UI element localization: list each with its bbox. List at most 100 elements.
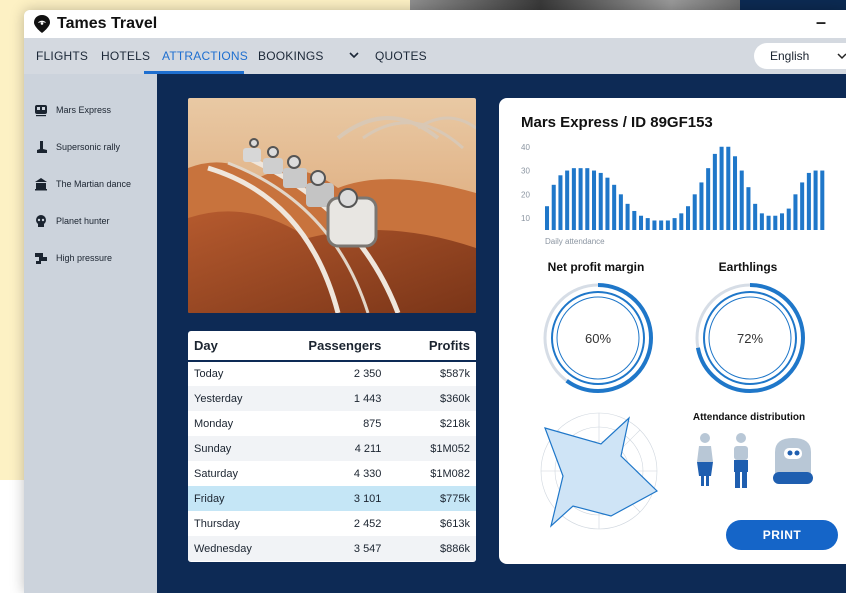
gauge-value-net-profit: 60% bbox=[584, 331, 612, 346]
language-select[interactable]: English bbox=[754, 43, 846, 69]
attendance-bar bbox=[726, 146, 731, 230]
table-row[interactable]: Wednesday 3 547 $886k bbox=[188, 536, 476, 561]
attendance-bar bbox=[659, 220, 664, 230]
attendance-bar bbox=[558, 175, 563, 230]
attendance-distribution bbox=[697, 433, 813, 488]
tab-bookings[interactable]: BOOKINGS bbox=[258, 49, 324, 63]
cell-day: Today bbox=[194, 368, 224, 380]
tab-attractions[interactable]: ATTRACTIONS bbox=[162, 49, 248, 63]
minimize-button[interactable]: – bbox=[816, 12, 826, 33]
app-window: Tames Travel – FLIGHTS HOTELS ATTRACTION… bbox=[24, 10, 846, 593]
cell-passengers: 4 330 bbox=[353, 467, 382, 480]
title-bar: Tames Travel – bbox=[24, 10, 846, 38]
sidebar-item-high-pressure[interactable]: High pressure bbox=[34, 249, 152, 267]
sidebar-item-label: Planet hunter bbox=[56, 216, 110, 226]
attendance-bar bbox=[672, 218, 677, 230]
attendance-bar bbox=[585, 168, 590, 230]
chevron-down-icon[interactable] bbox=[347, 48, 361, 62]
cell-profits: $886k bbox=[409, 536, 476, 561]
attendance-bar bbox=[598, 172, 603, 230]
table-row[interactable]: Saturday 4 330 $1M082 bbox=[188, 461, 476, 486]
cell-passengers: 4 211 bbox=[275, 436, 410, 461]
app-title: Tames Travel bbox=[57, 15, 158, 32]
sidebar-item-supersonic-rally[interactable]: Supersonic rally bbox=[34, 138, 152, 156]
column-header-passengers[interactable]: Passengers bbox=[275, 331, 410, 362]
cell-day: Friday bbox=[188, 486, 276, 511]
cell-profits: $587k bbox=[440, 368, 470, 380]
radar-chart bbox=[540, 412, 659, 530]
gauge-title-earthlings: Earthlings bbox=[718, 260, 778, 274]
table-row[interactable]: Yesterday 1 443 $360k bbox=[188, 386, 476, 411]
sidebar-item-label: High pressure bbox=[56, 253, 113, 263]
gauges bbox=[543, 283, 805, 393]
cell-profits: $613k bbox=[440, 517, 470, 530]
cell-passengers: 2 350 bbox=[353, 368, 382, 380]
attendance-bar bbox=[806, 172, 811, 230]
attendance-bar bbox=[759, 213, 764, 230]
attendance-bar bbox=[692, 194, 697, 230]
attendance-bar bbox=[605, 177, 610, 230]
attendance-bar bbox=[551, 184, 556, 230]
sidebar-item-the-martian-dance[interactable]: The Martian dance bbox=[34, 175, 152, 193]
attendance-bar bbox=[773, 215, 778, 230]
attendance-bar bbox=[793, 194, 798, 230]
sidebar-item-label: The Martian dance bbox=[56, 179, 132, 189]
sidebar-item-mars-express[interactable]: Mars Express bbox=[34, 101, 152, 119]
tab-flights[interactable]: FLIGHTS bbox=[36, 49, 88, 63]
man-icon bbox=[734, 433, 748, 488]
attendance-bar bbox=[565, 170, 570, 230]
attendance-bar bbox=[800, 182, 805, 230]
tab-hotels[interactable]: HOTELS bbox=[101, 49, 150, 63]
table-row[interactable]: Monday 875 $218k bbox=[188, 411, 476, 436]
attendance-bar bbox=[739, 170, 744, 230]
theater-icon bbox=[35, 178, 47, 191]
attendance-bar bbox=[578, 168, 583, 230]
sidebar: Mars Express Supersonic rally The Martia… bbox=[24, 74, 157, 593]
attendance-bar bbox=[766, 215, 771, 230]
gauge-value-earthlings: 72% bbox=[736, 331, 764, 346]
x-axis-label: Daily attendance bbox=[545, 237, 605, 246]
pipes-icon bbox=[35, 253, 47, 264]
attendance-bar bbox=[786, 208, 791, 230]
attendance-bar bbox=[719, 146, 724, 230]
attendance-bar bbox=[592, 170, 597, 230]
cell-passengers: 875 bbox=[363, 417, 382, 430]
sidebar-item-label: Supersonic rally bbox=[56, 142, 121, 152]
column-header-day[interactable]: Day bbox=[188, 331, 276, 362]
attendance-bar bbox=[712, 153, 717, 230]
cell-day: Yesterday bbox=[188, 386, 276, 411]
chevron-down-icon bbox=[837, 53, 846, 60]
attendance-bar bbox=[625, 203, 630, 230]
attendance-bar bbox=[753, 203, 758, 230]
boot-icon bbox=[37, 141, 47, 153]
tab-quotes[interactable]: QUOTES bbox=[375, 49, 427, 63]
cell-passengers: 3 547 bbox=[275, 536, 410, 561]
table-row[interactable]: Today 2 350 $587k bbox=[188, 361, 476, 386]
table-row[interactable]: Sunday 4 211 $1M052 bbox=[188, 436, 476, 461]
cell-profits: $1M052 bbox=[409, 436, 476, 461]
y-tick-label: 20 bbox=[521, 190, 530, 199]
cell-profits: $360k bbox=[409, 386, 476, 411]
attendance-bar bbox=[780, 213, 785, 230]
attendance-distribution-title: Attendance distribution bbox=[692, 412, 806, 423]
print-button[interactable]: PRINT bbox=[726, 520, 838, 550]
table-header-row: Day Passengers Profits bbox=[188, 331, 476, 362]
cell-day: Monday bbox=[194, 417, 234, 430]
roller-coaster-photo bbox=[188, 98, 476, 313]
table-row-selected[interactable]: Friday 3 101 $775k bbox=[188, 486, 476, 511]
column-header-profits[interactable]: Profits bbox=[409, 331, 476, 362]
attendance-bar bbox=[733, 156, 738, 230]
cell-profits: $1M082 bbox=[430, 467, 470, 480]
attendance-bar bbox=[545, 206, 550, 230]
attendance-bar bbox=[699, 182, 704, 230]
gauge-title-net-profit: Net profit margin bbox=[547, 260, 645, 274]
attendance-bar bbox=[686, 206, 691, 230]
attendance-bar bbox=[612, 184, 617, 230]
table-row[interactable]: Thursday 2 452 $613k bbox=[188, 511, 476, 536]
sidebar-item-planet-hunter[interactable]: Planet hunter bbox=[34, 212, 152, 230]
radar-shape bbox=[544, 416, 659, 528]
language-value: English bbox=[770, 49, 810, 63]
attendance-bar bbox=[571, 168, 576, 230]
woman-icon bbox=[697, 433, 713, 486]
attendance-bar bbox=[813, 170, 818, 230]
